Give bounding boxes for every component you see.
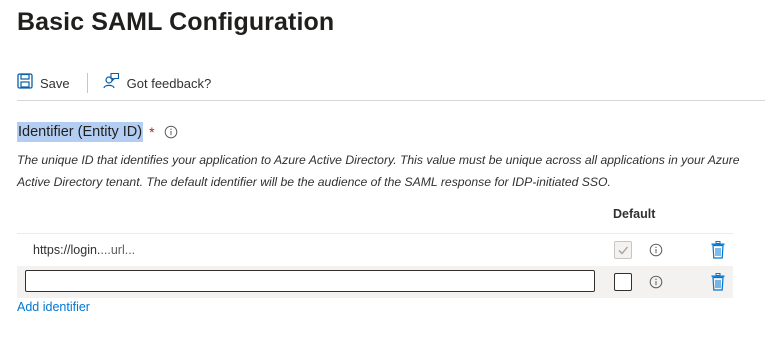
identifier-input[interactable] [25, 270, 595, 292]
checkmark-icon [618, 246, 628, 255]
save-button[interactable]: Save [17, 72, 70, 94]
feedback-button[interactable]: Got feedback? [102, 72, 212, 95]
default-column-header: Default [613, 207, 656, 221]
identifier-label-row: Identifier (Entity ID) * [17, 122, 178, 142]
info-icon[interactable] [649, 275, 663, 294]
new-identifier-row [17, 266, 733, 298]
feedback-label: Got feedback? [126, 75, 212, 91]
trash-icon[interactable] [711, 241, 725, 264]
identifier-label: Identifier (Entity ID) [17, 122, 144, 142]
trash-icon[interactable] [711, 273, 725, 296]
info-icon[interactable] [649, 243, 663, 262]
command-bar: Save Got feedback? [17, 70, 211, 96]
default-checkbox[interactable] [614, 273, 632, 291]
identifier-value: https://login....url... [33, 243, 136, 257]
feedback-icon [102, 72, 120, 95]
identifier-description: The unique ID that identifies your appli… [17, 153, 740, 189]
default-checkbox[interactable] [614, 241, 632, 259]
required-indicator: * [149, 124, 155, 140]
identifier-row: https://login....url... [17, 234, 733, 266]
save-label: Save [40, 75, 70, 91]
toolbar-divider [86, 73, 88, 93]
page-title: Basic SAML Configuration [17, 8, 335, 36]
save-icon [17, 72, 33, 94]
toolbar-divider-line [17, 100, 765, 101]
info-icon[interactable] [164, 125, 178, 139]
add-identifier-link[interactable]: Add identifier [17, 300, 90, 314]
